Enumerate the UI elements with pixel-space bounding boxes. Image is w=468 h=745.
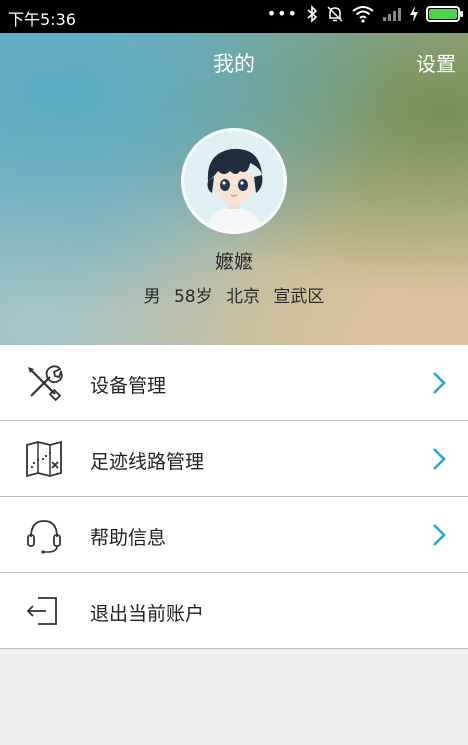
page-title: 我的 bbox=[213, 52, 255, 76]
tools-icon bbox=[28, 365, 63, 402]
menu-label-track-route-management: 足迹线路管理 bbox=[90, 451, 205, 473]
menu-item-help-info[interactable]: 帮助信息 bbox=[0, 497, 468, 573]
user-info: 男 58岁 北京 宣武区 bbox=[0, 282, 468, 307]
charging-icon bbox=[410, 6, 418, 22]
avatar[interactable] bbox=[184, 131, 284, 231]
menu-item-track-route-management[interactable]: 足迹线路管理 bbox=[0, 421, 468, 497]
headset-icon bbox=[27, 520, 61, 554]
chevron-right-icon bbox=[433, 524, 446, 546]
map-icon bbox=[26, 440, 62, 478]
settings-button[interactable]: 设置 bbox=[416, 48, 456, 77]
status-bar: 下午5:36 ••• bbox=[0, 0, 468, 33]
menu-label-help-info: 帮助信息 bbox=[90, 527, 167, 549]
profile-header: 我的 设置 嬷嬷 男 58岁 北京 宣武区 bbox=[0, 33, 468, 345]
chevron-right-icon bbox=[433, 372, 446, 394]
menu-list: 设备管理 足迹线路管理 帮助信息 退出当前账户 bbox=[0, 345, 468, 649]
user-gender: 男 bbox=[143, 287, 161, 307]
user-district: 宣武区 bbox=[273, 287, 325, 307]
status-icons: ••• bbox=[266, 4, 463, 23]
wifi-icon bbox=[352, 6, 374, 23]
chevron-right-icon bbox=[433, 448, 446, 470]
signal-icon bbox=[383, 8, 401, 21]
bluetooth-icon bbox=[307, 5, 318, 23]
menu-item-logout[interactable]: 退出当前账户 bbox=[0, 573, 468, 649]
avatar-image bbox=[184, 131, 284, 231]
user-city: 北京 bbox=[226, 287, 261, 307]
status-time: 下午5:36 bbox=[8, 10, 76, 29]
menu-label-device-management: 设备管理 bbox=[90, 375, 167, 397]
menu-label-logout: 退出当前账户 bbox=[90, 603, 205, 625]
menu-item-device-management[interactable]: 设备管理 bbox=[0, 345, 468, 421]
user-name: 嬷嬷 bbox=[214, 251, 253, 273]
battery-icon bbox=[426, 6, 463, 22]
more-dots-icon: ••• bbox=[266, 4, 298, 23]
mute-bell-icon bbox=[327, 6, 343, 22]
user-age: 58岁 bbox=[173, 287, 213, 307]
logout-icon bbox=[26, 597, 57, 625]
